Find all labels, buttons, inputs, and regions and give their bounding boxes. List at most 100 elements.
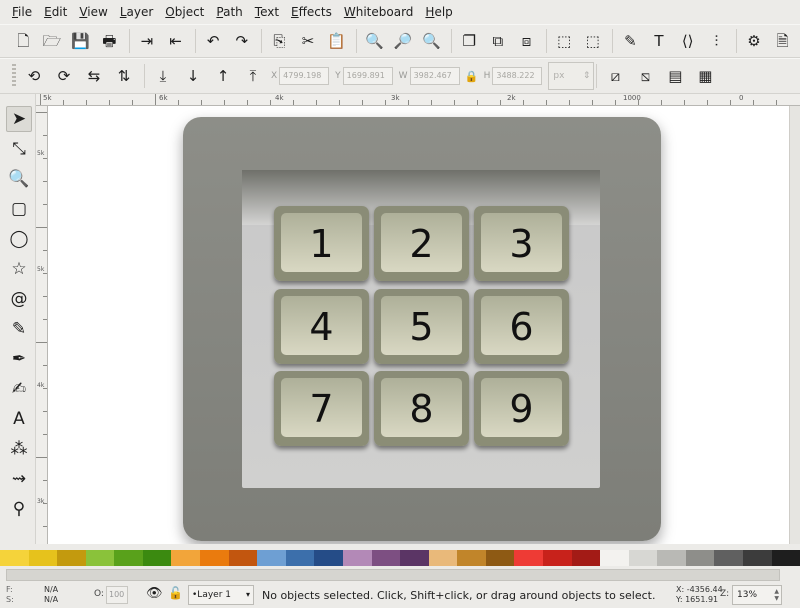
transform-gradients-icon[interactable]: ▤	[663, 64, 687, 88]
h-input[interactable]: 3488.222	[492, 67, 543, 85]
color-swatch[interactable]	[57, 550, 86, 566]
color-swatch[interactable]	[457, 550, 486, 566]
zoom-drawing-icon[interactable]: 🔎	[392, 29, 415, 53]
color-swatch[interactable]	[142, 550, 172, 566]
menu-layer[interactable]: Layer	[114, 0, 159, 24]
redo-icon[interactable]: ↷	[230, 29, 253, 53]
transform-patterns-icon[interactable]: ▦	[693, 64, 717, 88]
opacity-input[interactable]: 100	[106, 586, 128, 604]
preferences-icon[interactable]: ⚙	[743, 29, 766, 53]
pencil-tool-icon[interactable]: ✎	[6, 316, 32, 342]
menu-text[interactable]: Text	[249, 0, 285, 24]
raise-icon[interactable]: ↑	[211, 64, 235, 88]
eye-icon[interactable]: 👁	[146, 586, 163, 601]
color-swatch[interactable]	[600, 550, 629, 566]
flip-vertical-icon[interactable]: ⇅	[112, 64, 136, 88]
lock-icon[interactable]: 🔓	[168, 586, 183, 600]
color-swatch[interactable]	[628, 550, 658, 566]
lower-icon[interactable]: ↓	[181, 64, 205, 88]
selector-tool-icon[interactable]: ➤	[6, 106, 32, 132]
duplicate-icon[interactable]: ❐	[458, 29, 481, 53]
rotate-cw-icon[interactable]: ⟳	[52, 64, 76, 88]
zoom-page-icon[interactable]: 🔍	[420, 29, 443, 53]
vertical-scrollbar[interactable]	[789, 106, 800, 544]
x-input[interactable]: 4799.198	[279, 67, 330, 85]
color-swatch[interactable]	[314, 550, 343, 566]
calligraphy-tool-icon[interactable]: ✍	[6, 376, 32, 402]
color-swatch[interactable]	[285, 550, 315, 566]
align-icon[interactable]: ⫶	[705, 29, 728, 53]
zoom-tool-icon[interactable]: 🔍	[6, 166, 32, 192]
cut-icon[interactable]: ✂	[297, 29, 320, 53]
menu-view[interactable]: View	[73, 0, 113, 24]
menu-path[interactable]: Path	[210, 0, 248, 24]
import-icon[interactable]: ⇥	[136, 29, 159, 53]
color-swatch[interactable]	[485, 550, 515, 566]
spray-tool-icon[interactable]: ⁂	[6, 436, 32, 462]
text-tool-icon[interactable]: A	[6, 406, 32, 432]
connector-tool-icon[interactable]: ⇝	[6, 466, 32, 492]
color-swatch[interactable]	[542, 550, 572, 566]
color-swatch[interactable]	[771, 550, 800, 566]
scale-corners-icon[interactable]: ⧅	[633, 64, 657, 88]
spiral-tool-icon[interactable]: @	[6, 286, 32, 312]
zoom-selection-icon[interactable]: 🔍	[363, 29, 386, 53]
color-swatch[interactable]	[228, 550, 258, 566]
print-icon[interactable]: 🖶	[98, 29, 121, 53]
text-font-icon[interactable]: T	[648, 29, 671, 53]
color-swatch[interactable]	[514, 550, 543, 566]
keypad-key-3[interactable]: 3	[474, 206, 569, 281]
keypad-key-7[interactable]: 7	[274, 371, 369, 446]
drawing-canvas[interactable]: 1 2 3 4 5 6 7 8 9	[48, 106, 789, 544]
menu-object[interactable]: Object	[159, 0, 210, 24]
keypad-key-2[interactable]: 2	[374, 206, 469, 281]
copy-icon[interactable]: ⎘	[268, 29, 291, 53]
lower-to-bottom-icon[interactable]: ⤓	[151, 64, 175, 88]
menu-edit[interactable]: Edit	[38, 0, 73, 24]
clone-icon[interactable]: ⧉	[487, 29, 510, 53]
w-input[interactable]: 3982.467	[409, 67, 460, 85]
undo-icon[interactable]: ↶	[202, 29, 225, 53]
color-swatch[interactable]	[200, 550, 229, 566]
flip-horizontal-icon[interactable]: ⇆	[82, 64, 106, 88]
open-document-icon[interactable]: 🗁	[41, 29, 64, 53]
color-swatch[interactable]	[0, 550, 29, 566]
export-icon[interactable]: ⇤	[164, 29, 187, 53]
color-swatch[interactable]	[85, 550, 115, 566]
color-swatch[interactable]	[28, 550, 58, 566]
color-swatch[interactable]	[114, 550, 143, 566]
menu-whiteboard[interactable]: Whiteboard	[338, 0, 420, 24]
lock-ratio-icon[interactable]: 🔒	[465, 64, 479, 88]
keypad-key-8[interactable]: 8	[374, 371, 469, 446]
new-document-icon[interactable]: 🗋	[12, 29, 35, 53]
color-swatch[interactable]	[743, 550, 772, 566]
keypad-key-5[interactable]: 5	[374, 289, 469, 364]
color-swatch[interactable]	[428, 550, 458, 566]
fill-stroke-icon[interactable]: ✎	[619, 29, 642, 53]
ellipse-tool-icon[interactable]: ◯	[6, 226, 32, 252]
color-swatch[interactable]	[571, 550, 601, 566]
unit-select[interactable]: px ⇕	[548, 62, 595, 90]
unlink-clone-icon[interactable]: ⧈	[515, 29, 538, 53]
dropper-tool-icon[interactable]: ⚲	[6, 496, 32, 522]
zoom-input[interactable]: 13% ▲ ▼	[732, 585, 782, 605]
color-swatch[interactable]	[657, 550, 686, 566]
scale-stroke-icon[interactable]: ⧄	[603, 64, 627, 88]
y-input[interactable]: 1699.891	[342, 67, 393, 85]
group-icon[interactable]: ⬚	[553, 29, 576, 53]
spin-icon[interactable]: ▲ ▼	[774, 588, 779, 602]
menu-effects[interactable]: Effects	[285, 0, 338, 24]
star-tool-icon[interactable]: ☆	[6, 256, 32, 282]
rectangle-tool-icon[interactable]: ▢	[6, 196, 32, 222]
horizontal-ruler[interactable]: 5k 6k 4k 3k 2k 1000 0	[36, 94, 800, 106]
color-swatch[interactable]	[400, 550, 429, 566]
pen-tool-icon[interactable]: ✒	[6, 346, 32, 372]
vertical-ruler[interactable]: 5k 5k 4k 3k	[36, 106, 48, 544]
color-swatch[interactable]	[171, 550, 201, 566]
save-icon[interactable]: 💾	[69, 29, 92, 53]
keypad-key-1[interactable]: 1	[274, 206, 369, 281]
color-swatch[interactable]	[257, 550, 286, 566]
toolbar-handle[interactable]	[12, 64, 16, 88]
layer-select[interactable]: •Layer 1 ▾	[188, 585, 254, 605]
raise-to-top-icon[interactable]: ⤒	[241, 64, 265, 88]
